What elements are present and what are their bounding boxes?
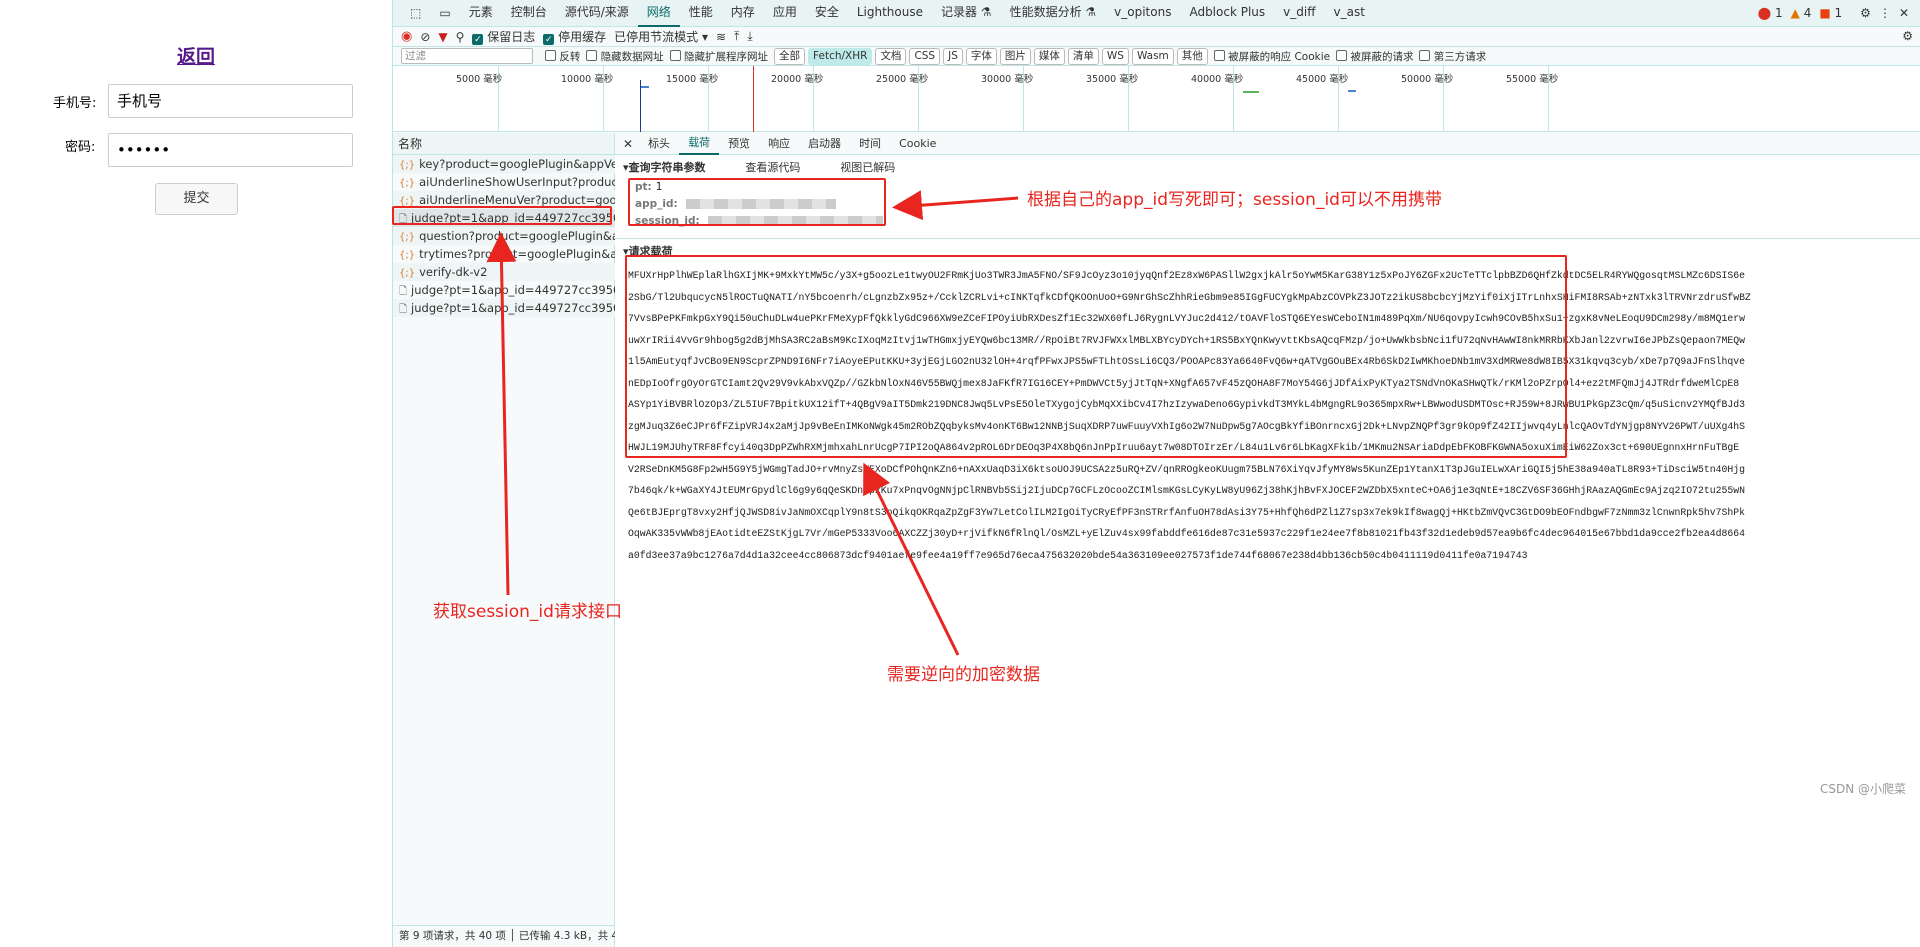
annotation-encrypted-data: 需要逆向的加密数据 xyxy=(887,665,1040,685)
watermark: CSDN @小爬菜 xyxy=(1819,782,1906,796)
annotation-session-request: 获取session_id请求接口 xyxy=(433,602,622,622)
annotation-arrows xyxy=(486,190,1019,656)
annotation-app-id-note: 根据自己的app_id写死即可；session_id可以不用携带 xyxy=(1027,190,1442,210)
